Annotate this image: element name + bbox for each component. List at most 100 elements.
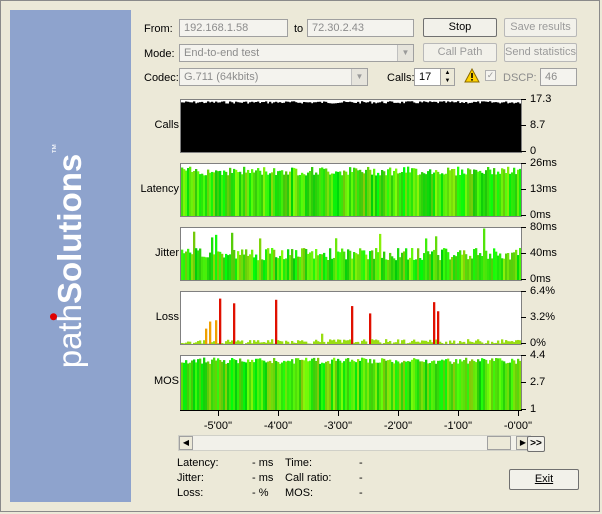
chart-bar: [509, 102, 512, 152]
chart-bar: [437, 171, 440, 216]
chart-bar: [231, 232, 234, 280]
chart-bar: [403, 360, 406, 410]
to-field[interactable]: 72.30.2.43: [307, 19, 414, 37]
chart-bar: [441, 101, 444, 152]
chart-bar: [349, 339, 352, 344]
stop-button[interactable]: Stop: [423, 18, 497, 37]
chevron-down-icon[interactable]: ▼: [397, 45, 413, 61]
fast-forward-button[interactable]: >>: [527, 436, 545, 452]
chart-bar: [197, 359, 200, 410]
brand-panel: pathSolutions™: [10, 10, 131, 502]
chart-bar: [225, 363, 228, 410]
chart-bar: [479, 341, 482, 344]
chart-bar: [301, 172, 304, 216]
chart-bar: [229, 101, 232, 152]
chart-bar: [491, 102, 494, 152]
chart-bar: [315, 360, 318, 410]
chart-bar: [245, 343, 248, 344]
chart-bar: [339, 171, 342, 216]
chart-bar: [385, 339, 388, 344]
chart-bar: [199, 358, 202, 410]
chart-bar: [297, 175, 300, 216]
chart-bar: [241, 249, 244, 280]
chart-bar: [233, 303, 236, 344]
chart-bar: [463, 250, 466, 280]
chart-bar: [215, 320, 218, 344]
chart-bar: [511, 172, 514, 216]
chart-bar: [487, 363, 490, 410]
spinner-arrows-icon[interactable]: ▲ ▼: [440, 69, 454, 85]
chart-bar: [471, 359, 474, 410]
chart-bar: [381, 257, 384, 280]
exit-button[interactable]: Exit: [509, 469, 579, 490]
y-tick-mark: [521, 317, 526, 318]
latency-stat-label: Latency:: [177, 457, 219, 469]
chart-bar: [303, 341, 306, 344]
chart-bar: [481, 358, 484, 410]
chart-bar: [299, 341, 302, 344]
time-stat-label: Time:: [285, 457, 313, 469]
chart-bar: [227, 175, 230, 216]
chart-bar: [465, 102, 468, 152]
chart-bar: [427, 171, 430, 216]
chart-bar: [387, 259, 390, 280]
chart-bar: [519, 168, 521, 216]
chart-bar: [343, 251, 346, 280]
chart-bar: [243, 166, 246, 216]
chart-bar: [335, 238, 338, 280]
chevron-down-icon[interactable]: ▼: [351, 69, 367, 85]
chart-bar: [305, 175, 308, 216]
codec-select[interactable]: G.711 (64kbits) ▼: [179, 68, 368, 86]
chart-bar: [341, 175, 344, 216]
call-path-button[interactable]: Call Path: [423, 43, 497, 62]
mode-value: End-to-end test: [184, 47, 260, 59]
send-statistics-button[interactable]: Send statistics: [504, 43, 577, 62]
chart-bar: [381, 358, 384, 410]
chart-bar: [505, 173, 508, 216]
chart-bar: [303, 360, 306, 410]
chart-bar: [405, 172, 408, 216]
from-field[interactable]: 192.168.1.58: [179, 19, 288, 37]
chart-bar: [515, 102, 518, 152]
scroll-left-arrow-icon[interactable]: ◀: [179, 436, 193, 450]
y-tick-label: 8.7: [530, 119, 546, 131]
chart-bar: [263, 167, 266, 216]
chart-bar: [407, 361, 410, 410]
chart-bar: [401, 252, 404, 280]
y-tick-mark: [521, 382, 526, 383]
chart-bar: [513, 342, 516, 344]
chart-bar: [207, 101, 210, 152]
chart-bar: [473, 249, 476, 280]
chart-bar: [267, 248, 270, 280]
chart-bar: [189, 252, 192, 280]
chart-bar: [367, 362, 370, 410]
chart-bar: [235, 341, 238, 344]
chart-bar: [415, 341, 418, 344]
chart-bar: [443, 248, 446, 280]
chart-bar: [379, 362, 382, 410]
mos-stat-label: MOS:: [285, 487, 314, 499]
scroll-thumb[interactable]: [487, 436, 511, 450]
chart-bar: [203, 175, 206, 216]
chart-bar: [473, 360, 476, 410]
chart-bar: [423, 101, 426, 152]
chart-bar: [261, 342, 264, 344]
time-scrollbar[interactable]: ◀ ▶: [178, 435, 531, 451]
chart-bar: [449, 102, 452, 152]
chart-bar: [429, 101, 432, 152]
dscp-field[interactable]: 46: [540, 68, 577, 86]
chart-bar: [461, 342, 464, 344]
chart-bar: [213, 357, 216, 410]
calls-spinner[interactable]: 17 ▲ ▼: [414, 68, 455, 86]
chart-bar: [265, 249, 268, 280]
mode-select[interactable]: End-to-end test ▼: [179, 44, 414, 62]
save-results-button[interactable]: Save results: [504, 18, 577, 37]
chart-bar: [439, 174, 442, 216]
chart-bar: [493, 361, 496, 410]
chart-bar: [343, 361, 346, 410]
chart-bar: [427, 102, 430, 152]
y-tick-mark: [521, 125, 526, 126]
latency-chart: [180, 163, 522, 217]
dscp-checkbox[interactable]: ✓: [485, 70, 496, 81]
chart-bar: [305, 249, 308, 280]
